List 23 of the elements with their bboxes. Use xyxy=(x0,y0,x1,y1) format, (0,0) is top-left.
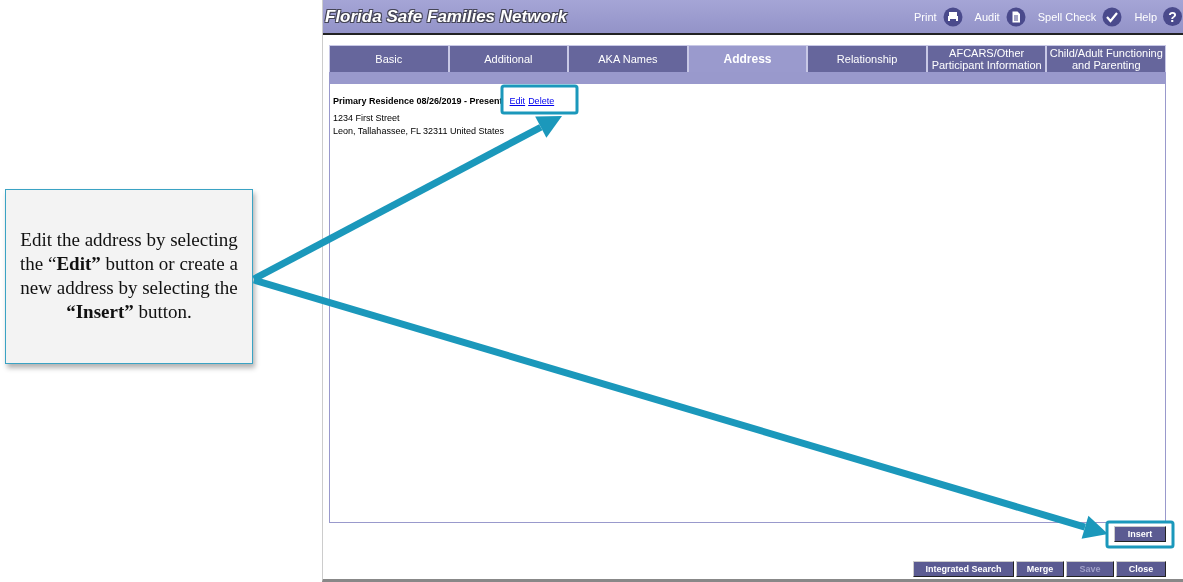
tab[interactable]: Additional xyxy=(448,45,569,72)
link[interactable]: Delete xyxy=(528,96,555,106)
address-line: 1234 First Street xyxy=(333,113,401,123)
footer-button[interactable]: Close xyxy=(1116,561,1166,577)
tab[interactable]: Address xyxy=(687,45,808,72)
tab[interactable]: Basic xyxy=(329,45,449,72)
printer-icon[interactable] xyxy=(942,6,963,27)
check-icon[interactable] xyxy=(1102,6,1123,27)
address-heading: Primary Residence 08/26/2019 - Present xyxy=(333,96,503,106)
app-title: Florida Safe Families Network xyxy=(325,6,567,27)
link[interactable]: Edit xyxy=(509,96,526,106)
document-icon[interactable] xyxy=(1005,6,1026,27)
footer-button[interactable]: Merge xyxy=(1016,561,1064,577)
insert-button[interactable]: Insert xyxy=(1114,526,1166,542)
address-line: Leon, Tallahassee, FL 32311 United States xyxy=(333,126,505,136)
highlight-frame xyxy=(1105,520,1175,549)
footer-button[interactable]: Integrated Search xyxy=(913,561,1014,577)
help-icon[interactable]: ? xyxy=(1163,7,1182,26)
callout-text: Edit the address by selecting the “Edit” button or create a new address by selecting the “Insert” button. xyxy=(19,228,239,324)
tab[interactable]: AKA Names xyxy=(568,45,688,72)
tab[interactable]: Child/Adult Functioning and Parenting xyxy=(1046,45,1167,72)
tab[interactable]: Relationship xyxy=(807,45,927,72)
tab[interactable]: AFCARS/Other Participant Information xyxy=(926,45,1047,72)
